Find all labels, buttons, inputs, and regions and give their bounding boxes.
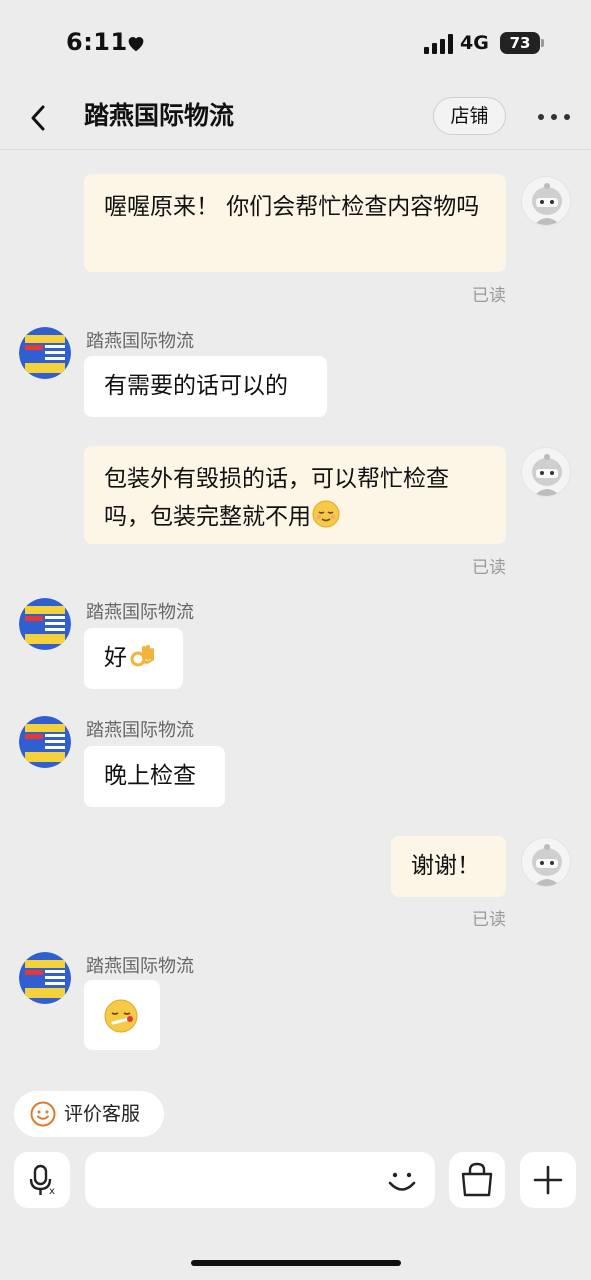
message-text: 晚上检查 bbox=[104, 763, 196, 789]
message-text: 喔喔原来！ 你们会帮忙检查内容物吗 bbox=[104, 194, 480, 220]
robot-avatar-icon bbox=[532, 454, 562, 496]
read-receipt: 已读 bbox=[472, 910, 506, 930]
ok-hand-icon bbox=[130, 645, 154, 667]
home-indicator bbox=[191, 1260, 401, 1266]
network-type: 4G bbox=[460, 32, 489, 54]
battery-indicator: 73 bbox=[500, 32, 540, 54]
message-text: 包装外有毁损的话，可以帮忙检查吗，包装完整就不用 bbox=[104, 466, 449, 530]
user-avatar[interactable] bbox=[521, 837, 571, 887]
shop-avatar[interactable] bbox=[19, 952, 71, 1004]
back-arrow-icon[interactable] bbox=[22, 100, 56, 136]
shop-message-bubble[interactable]: 晚上检查 bbox=[84, 746, 225, 807]
rate-service-label: 评价客服 bbox=[64, 1103, 141, 1125]
sender-name: 踏燕国际物流 bbox=[86, 602, 194, 623]
shop-avatar[interactable] bbox=[19, 598, 71, 650]
robot-avatar-icon bbox=[532, 183, 562, 225]
sender-name: 踏燕国际物流 bbox=[86, 720, 194, 741]
read-receipt: 已读 bbox=[472, 558, 506, 578]
shop-logo-icon bbox=[19, 952, 71, 1004]
microphone-icon: x bbox=[29, 1164, 55, 1197]
message-text: 谢谢！ bbox=[411, 853, 480, 879]
read-receipt: 已读 bbox=[472, 286, 506, 306]
shopping-bag-icon bbox=[461, 1162, 493, 1197]
message-text: 好 bbox=[104, 645, 127, 671]
user-avatar[interactable] bbox=[521, 447, 571, 497]
message-input[interactable] bbox=[85, 1152, 435, 1208]
sender-name: 踏燕国际物流 bbox=[86, 956, 194, 977]
chat-title: 踏燕国际物流 bbox=[84, 101, 235, 130]
emoji-picker-icon[interactable] bbox=[385, 1164, 419, 1198]
voice-input-button[interactable]: x bbox=[14, 1152, 70, 1208]
shop-logo-icon bbox=[19, 716, 71, 768]
shop-logo-icon bbox=[19, 598, 71, 650]
more-icon[interactable] bbox=[537, 112, 571, 122]
chat-header: 踏燕国际物流 店铺 bbox=[0, 88, 591, 150]
shop-message-bubble[interactable]: 好 bbox=[84, 628, 183, 689]
shop-button[interactable]: 店铺 bbox=[433, 97, 506, 135]
face-with-thermometer-icon bbox=[104, 999, 138, 1033]
smiley-icon bbox=[30, 1101, 56, 1127]
message-text: 有需要的话可以的 bbox=[104, 373, 288, 399]
shop-logo-icon bbox=[19, 327, 71, 379]
sender-name: 踏燕国际物流 bbox=[86, 331, 194, 352]
my-message-bubble[interactable]: 包装外有毁损的话，可以帮忙检查吗，包装完整就不用 bbox=[84, 446, 506, 544]
my-message-bubble[interactable]: 谢谢！ bbox=[391, 836, 506, 897]
shop-message-bubble[interactable]: 有需要的话可以的 bbox=[84, 356, 327, 417]
signal-icon bbox=[424, 34, 453, 54]
shop-avatar[interactable] bbox=[19, 716, 71, 768]
relieved-face-icon bbox=[312, 500, 340, 528]
shop-avatar[interactable] bbox=[19, 327, 71, 379]
battery-cap bbox=[541, 39, 544, 47]
heart-icon bbox=[128, 37, 144, 52]
rate-service-button[interactable]: 评价客服 bbox=[14, 1091, 164, 1137]
robot-avatar-icon bbox=[532, 844, 562, 886]
product-button[interactable] bbox=[449, 1152, 505, 1208]
status-time: 6:11 bbox=[66, 28, 128, 56]
status-bar: 6:11 4G 73 bbox=[0, 0, 591, 88]
svg-text:x: x bbox=[49, 1186, 55, 1197]
plus-icon bbox=[533, 1165, 563, 1195]
user-avatar[interactable] bbox=[521, 176, 571, 226]
shop-message-bubble[interactable] bbox=[84, 980, 160, 1050]
input-bar: x bbox=[0, 1150, 591, 1212]
my-message-bubble[interactable]: 喔喔原来！ 你们会帮忙检查内容物吗 bbox=[84, 174, 506, 272]
more-actions-button[interactable] bbox=[520, 1152, 576, 1208]
